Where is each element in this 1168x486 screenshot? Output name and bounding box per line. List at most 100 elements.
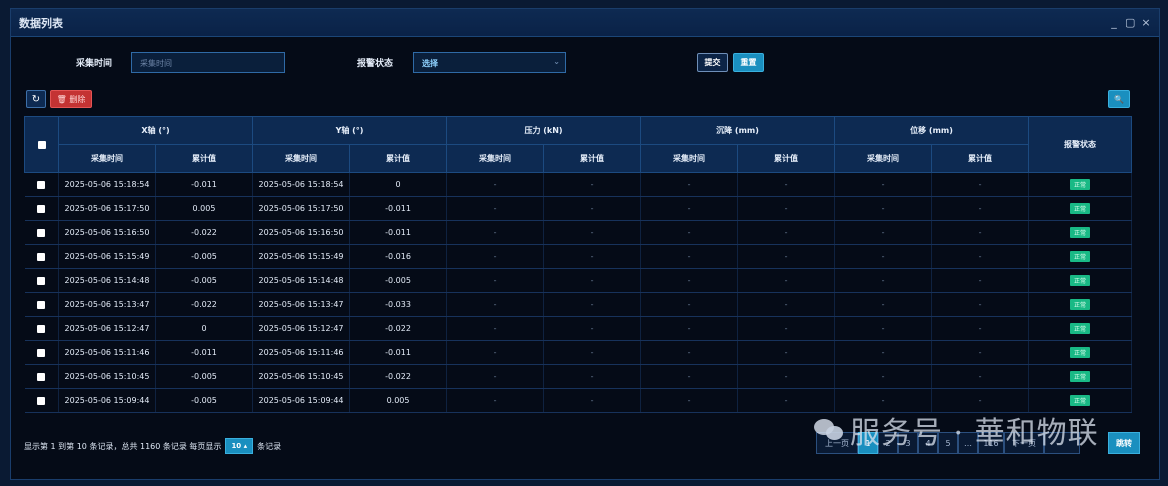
- submit-button[interactable]: 提交: [697, 53, 728, 72]
- x-time-cell: 2025-05-06 15:10:45: [58, 364, 156, 389]
- sub-header-time: 采集时间: [252, 144, 351, 173]
- watermark: 服务号 · 華和物联: [814, 408, 1099, 452]
- row-checkbox[interactable]: [37, 396, 46, 405]
- refresh-icon: ↻: [31, 93, 41, 105]
- table-row[interactable]: 2025-05-06 15:17:50 0.005 2025-05-06 15:17…: [24, 196, 1133, 221]
- table-row[interactable]: 2025-05-06 15:15:49 -0.005 2025-05-06 15:1…: [24, 244, 1133, 269]
- table-row[interactable]: 2025-05-06 15:18:54 -0.011 2025-05-06 15:1…: [24, 172, 1133, 197]
- displacement-time-cell: -: [834, 268, 933, 293]
- row-checkbox[interactable]: [37, 228, 46, 237]
- settlement-value-cell: -: [737, 316, 836, 341]
- settlement-value-cell: -: [737, 220, 836, 245]
- status-badge: 正常: [1070, 395, 1091, 406]
- y-value-cell: 0: [349, 172, 448, 197]
- row-checkbox[interactable]: [37, 348, 46, 357]
- select-all-cell[interactable]: [24, 116, 59, 173]
- table-row[interactable]: 2025-05-06 15:11:46 -0.011 2025-05-06 15:1…: [24, 340, 1133, 365]
- row-checkbox[interactable]: [37, 276, 46, 285]
- settlement-value-cell: -: [737, 340, 836, 365]
- row-select-cell[interactable]: [24, 244, 59, 269]
- table-row[interactable]: 2025-05-06 15:10:45 -0.005 2025-05-06 15:1…: [24, 364, 1133, 389]
- alarm-status-cell: 正常: [1028, 316, 1133, 341]
- row-select-cell[interactable]: [24, 316, 59, 341]
- pressure-time-cell: -: [446, 316, 545, 341]
- x-value-cell: -0.005: [155, 244, 254, 269]
- time-input[interactable]: 采集时间: [131, 52, 285, 73]
- maximize-icon[interactable]: ▢: [1125, 16, 1135, 29]
- pressure-time-cell: -: [446, 196, 545, 221]
- y-value-cell: 0.005: [349, 388, 448, 413]
- reset-button[interactable]: 重置: [733, 53, 764, 72]
- settlement-time-cell: -: [640, 196, 739, 221]
- x-value-cell: -0.022: [155, 220, 254, 245]
- displacement-value-cell: -: [931, 292, 1030, 317]
- x-time-cell: 2025-05-06 15:18:54: [58, 172, 156, 197]
- row-select-cell[interactable]: [24, 340, 59, 365]
- header-alarm-status: 报警状态: [1028, 116, 1133, 173]
- x-time-cell: 2025-05-06 15:15:49: [58, 244, 156, 269]
- sub-header-value: 累计值: [543, 144, 642, 173]
- displacement-time-cell: -: [834, 316, 933, 341]
- close-icon[interactable]: ×: [1141, 16, 1151, 29]
- x-value-cell: -0.011: [155, 340, 254, 365]
- row-select-cell[interactable]: [24, 220, 59, 245]
- alarm-status-cell: 正常: [1028, 268, 1133, 293]
- status-badge: 正常: [1070, 323, 1091, 334]
- row-select-cell[interactable]: [24, 196, 59, 221]
- table-row[interactable]: 2025-05-06 15:16:50 -0.022 2025-05-06 15:1…: [24, 220, 1133, 245]
- minimize-icon[interactable]: _: [1109, 16, 1119, 29]
- x-value-cell: -0.005: [155, 268, 254, 293]
- row-checkbox[interactable]: [37, 324, 46, 333]
- table-body: 2025-05-06 15:18:54 -0.011 2025-05-06 15:1…: [24, 172, 1133, 413]
- pressure-time-cell: -: [446, 172, 545, 197]
- delete-button[interactable]: 🗑 删除: [50, 90, 92, 108]
- row-select-cell[interactable]: [24, 388, 59, 413]
- y-time-cell: 2025-05-06 15:09:44: [252, 388, 351, 413]
- row-checkbox[interactable]: [37, 180, 46, 189]
- displacement-value-cell: -: [931, 316, 1030, 341]
- settlement-value-cell: -: [737, 244, 836, 269]
- search-button[interactable]: 🔍: [1108, 90, 1130, 108]
- displacement-value-cell: -: [931, 196, 1030, 221]
- row-checkbox[interactable]: [37, 204, 46, 213]
- select-all-checkbox[interactable]: [37, 140, 46, 149]
- pressure-value-cell: -: [543, 316, 642, 341]
- pressure-value-cell: -: [543, 340, 642, 365]
- row-select-cell[interactable]: [24, 364, 59, 389]
- goto-button[interactable]: 跳转: [1108, 432, 1140, 454]
- table-row[interactable]: 2025-05-06 15:12:47 0 2025-05-06 15:12:47-…: [24, 316, 1133, 341]
- time-label: 采集时间: [76, 59, 113, 69]
- row-select-cell[interactable]: [24, 172, 59, 197]
- pressure-value-cell: -: [543, 172, 642, 197]
- alarm-status-cell: 正常: [1028, 364, 1133, 389]
- displacement-time-cell: -: [834, 196, 933, 221]
- table-row[interactable]: 2025-05-06 15:13:47 -0.022 2025-05-06 15:1…: [24, 292, 1133, 317]
- displacement-value-cell: -: [931, 244, 1030, 269]
- displacement-time-cell: -: [834, 172, 933, 197]
- table-row[interactable]: 2025-05-06 15:14:48 -0.005 2025-05-06 15:1…: [24, 268, 1133, 293]
- y-value-cell: -0.011: [349, 220, 448, 245]
- header-settlement: 沉降 (mm): [640, 116, 836, 145]
- refresh-button[interactable]: ↻: [26, 90, 46, 108]
- status-badge: 正常: [1070, 179, 1091, 190]
- sub-header-value: 累计值: [737, 144, 836, 173]
- row-select-cell[interactable]: [24, 268, 59, 293]
- window-titlebar: 数据列表 _ ▢ ×: [11, 9, 1159, 37]
- row-checkbox[interactable]: [37, 252, 46, 261]
- alarm-status-cell: 正常: [1028, 196, 1133, 221]
- row-checkbox[interactable]: [37, 372, 46, 381]
- row-checkbox[interactable]: [37, 300, 46, 309]
- alarm-status-cell: 正常: [1028, 340, 1133, 365]
- row-select-cell[interactable]: [24, 292, 59, 317]
- header-x-axis: X轴 (°): [57, 116, 254, 145]
- table-header-sub: 采集时间 累计值 采集时间 累计值 采集时间 累计值 采集时间 累计值 采集时间…: [25, 144, 1132, 173]
- settlement-value-cell: -: [737, 196, 836, 221]
- pressure-time-cell: -: [446, 244, 545, 269]
- settlement-time-cell: -: [640, 220, 739, 245]
- status-badge: 正常: [1070, 251, 1091, 262]
- settlement-time-cell: -: [640, 364, 739, 389]
- settlement-value-cell: -: [737, 292, 836, 317]
- alarm-select[interactable]: 选择 ⌄: [413, 52, 566, 73]
- page-size-select[interactable]: 10 ▴: [225, 438, 254, 454]
- displacement-time-cell: -: [834, 292, 933, 317]
